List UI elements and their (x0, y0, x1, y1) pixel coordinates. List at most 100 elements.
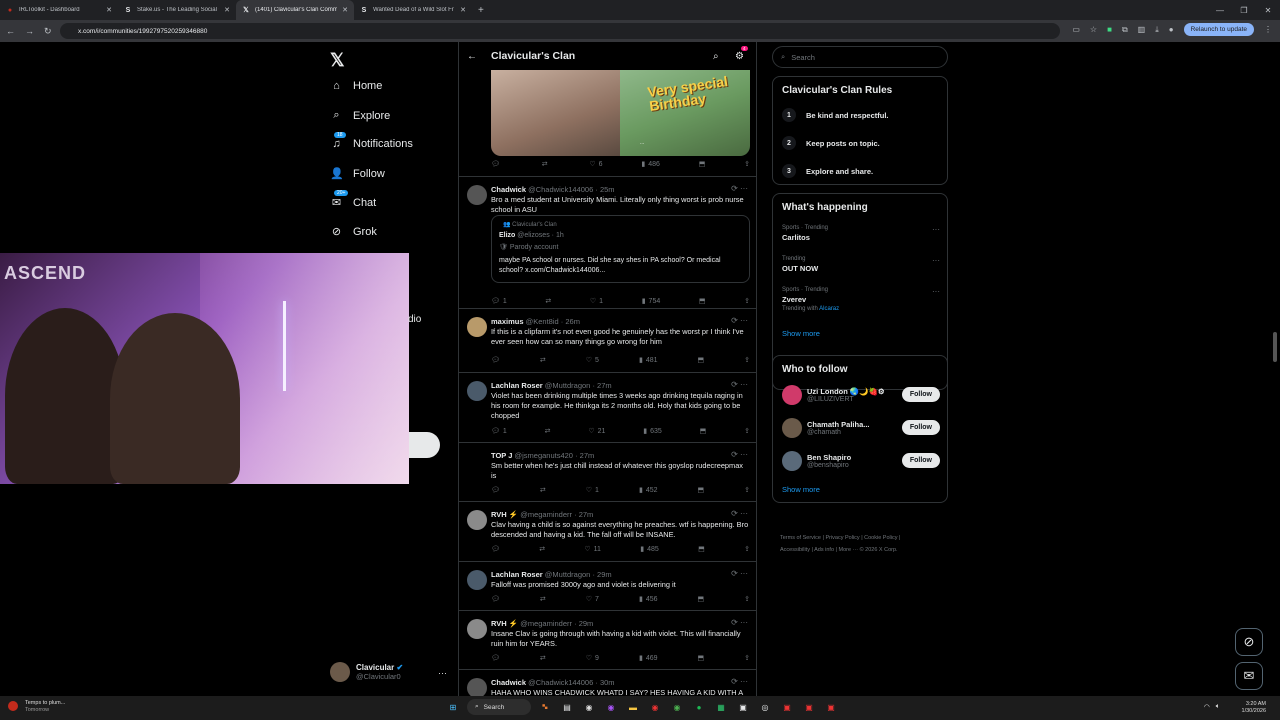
like-icon[interactable]: ♡ 6 (589, 160, 602, 169)
avatar[interactable] (467, 381, 487, 401)
volume-icon[interactable]: 🔈︎ (1216, 703, 1220, 711)
repost-icon[interactable]: ⇄ (540, 356, 546, 364)
close-tab-icon[interactable]: ✕ (460, 6, 466, 14)
show-more-link[interactable]: Show more (782, 485, 820, 494)
repost-icon[interactable]: ⇄ (540, 654, 546, 662)
repost-icon[interactable]: ⇄ (545, 297, 551, 305)
more-icon[interactable]: ··· (932, 256, 940, 265)
avatar[interactable] (467, 317, 487, 337)
chrome-icon[interactable]: ◉ (669, 699, 685, 715)
reply-icon[interactable]: 💬︎ (491, 654, 500, 662)
profile-avatar-icon[interactable]: ● (1169, 25, 1174, 34)
repost-icon[interactable]: ⇄ (540, 486, 546, 494)
nav-grok[interactable]: ⊘ Grok (330, 225, 377, 239)
tweet-more-icon[interactable]: ⟳ ··· (731, 618, 748, 627)
bookmark-icon[interactable]: ⬒ (698, 486, 705, 494)
close-tab-icon[interactable]: ✕ (106, 6, 112, 14)
tweet-more-icon[interactable]: ⟳ ··· (731, 677, 748, 686)
app-icon[interactable]: ◉ (647, 699, 663, 715)
views-icon[interactable]: ▮ 456 (639, 595, 658, 604)
back-arrow-icon[interactable]: ← (467, 51, 477, 62)
bookmark-icon[interactable]: ⬒ (698, 595, 705, 603)
app-icon[interactable]: ▣ (779, 699, 795, 715)
reply-icon[interactable]: 💬︎ 1 (491, 427, 507, 436)
close-tab-icon[interactable]: ✕ (224, 6, 230, 14)
follow-suggestion[interactable]: Ben Shapiro @benshapiro Follow (782, 451, 940, 471)
follow-button[interactable]: Follow (901, 453, 940, 468)
close-tab-icon[interactable]: ✕ (342, 6, 348, 14)
browser-tab[interactable]: S Stake.us - The Leading Social C ✕ (118, 0, 236, 20)
x-logo-icon[interactable]: 𝕏 (330, 50, 345, 71)
avatar[interactable] (467, 451, 487, 471)
menu-dots-icon[interactable]: ⋮ (1264, 25, 1272, 34)
tweet[interactable]: RVH ⚡ @megaminderr · 29m ⟳ ··· Insane Cl… (459, 610, 756, 669)
bookmark-star-icon[interactable]: ☆ (1090, 25, 1097, 34)
share-icon[interactable]: ⇪ (744, 654, 750, 662)
avatar[interactable] (467, 185, 487, 205)
reply-icon[interactable]: 💬︎ 1 (491, 297, 507, 306)
forward-icon[interactable]: → (25, 26, 34, 36)
reply-icon[interactable]: 💬︎ (491, 545, 500, 553)
task-view-icon[interactable]: ▤ (559, 699, 575, 715)
reply-icon[interactable]: 💬︎ (491, 356, 500, 364)
bookmark-icon[interactable]: ⬒ (699, 297, 706, 305)
bookmark-icon[interactable]: ⬒ (698, 545, 705, 553)
account-switcher[interactable]: Clavicular ✔ @Clavicular0 (330, 662, 403, 682)
repost-icon[interactable]: ⇄ (539, 545, 545, 553)
spotify-icon[interactable]: ● (691, 699, 707, 715)
address-bar[interactable]: x.com/i/communities/1992797520259346880 (60, 23, 1060, 39)
settings-gear-icon[interactable]: ⚙ 4 (735, 45, 748, 62)
like-icon[interactable]: ♡ 21 (588, 427, 605, 436)
nav-follow[interactable]: 👤 Follow (330, 167, 385, 181)
repost-icon[interactable]: ⇄ (542, 160, 551, 168)
browser-tab[interactable]: ● IRLToolkit - Dashboard ✕ (0, 0, 118, 20)
repost-icon[interactable]: ⇄ (545, 427, 551, 435)
tweet-more-icon[interactable]: ⟳ ··· (731, 450, 748, 459)
share-icon[interactable]: ⇪ (744, 486, 750, 494)
more-icon[interactable]: ··· (438, 668, 447, 678)
relaunch-button[interactable]: Relaunch to update (1183, 23, 1254, 36)
avatar[interactable] (467, 570, 487, 590)
share-icon[interactable]: ⇪ (744, 427, 750, 435)
views-icon[interactable]: ▮ 486 (641, 160, 660, 169)
avatar[interactable] (467, 678, 487, 696)
views-icon[interactable]: ▮ 452 (639, 486, 658, 495)
back-icon[interactable]: ← (6, 26, 15, 36)
nav-chat[interactable]: ✉ 20+ Chat (330, 190, 376, 209)
follow-suggestion[interactable]: Chamath Paliha... @chamath Follow (782, 418, 940, 438)
tweet-more-icon[interactable]: ⟳ ··· (731, 316, 748, 325)
trend-item[interactable]: Sports · Trending Carlitos ··· (782, 225, 940, 242)
trend-item[interactable]: Trending OUT NOW ··· (782, 256, 940, 273)
tweet-more-icon[interactable]: ⟳ ··· (731, 509, 748, 518)
scrollbar[interactable] (1272, 42, 1278, 696)
bookmark-icon[interactable]: ⬒ (699, 160, 706, 168)
share-icon[interactable]: ⇪ (744, 297, 750, 305)
share-icon[interactable]: ⇪ (744, 595, 750, 603)
nav-home[interactable]: ⌂ Home (330, 80, 382, 92)
file-explorer-icon[interactable]: ▬ (625, 699, 641, 715)
tweet[interactable]: Lachlan Roser @Muttdragon · 29m ⟳ ··· Fa… (459, 561, 756, 610)
quoted-tweet[interactable]: 👥 Clavicular's Clan Elizo @elizoses · 1h… (491, 215, 750, 283)
app-icon[interactable]: ▦ (713, 699, 729, 715)
reload-icon[interactable]: ↻ (44, 26, 52, 37)
obs-icon[interactable]: ◉ (581, 699, 597, 715)
search-icon[interactable]: ⌕ (713, 51, 719, 62)
media-image[interactable] (491, 70, 620, 156)
like-icon[interactable]: ♡ 11 (584, 545, 601, 554)
search-input[interactable]: ⌕ Search (772, 46, 948, 68)
tweet[interactable]: TOP J @jsmeganuts420 · 27m ⟳ ··· Sm bett… (459, 442, 756, 501)
tweet[interactable]: Lachlan Roser @Muttdragon · 27m ⟳ ··· Vi… (459, 372, 756, 442)
nav-notifications[interactable]: ♫ 18 Notifications (330, 132, 413, 150)
app-icon[interactable]: ◉ (603, 699, 619, 715)
more-icon[interactable]: ··· (932, 287, 940, 296)
sidebar-icon[interactable]: ▥ (1138, 25, 1146, 34)
new-tab-icon[interactable]: + (472, 5, 490, 16)
tweet-more-icon[interactable]: ⟳ ··· (731, 184, 748, 193)
like-icon[interactable]: ♡ 9 (586, 654, 599, 663)
like-icon[interactable]: ♡ 5 (586, 356, 599, 365)
follow-button[interactable]: Follow (901, 420, 940, 435)
views-icon[interactable]: ▮ 485 (640, 545, 659, 554)
browser-tab-active[interactable]: 𝕏 (1401) Clavicular's Clan Commu ✕ (236, 0, 354, 20)
app-icon[interactable]: ▣ (823, 699, 839, 715)
like-icon[interactable]: ♡ 1 (590, 297, 603, 306)
